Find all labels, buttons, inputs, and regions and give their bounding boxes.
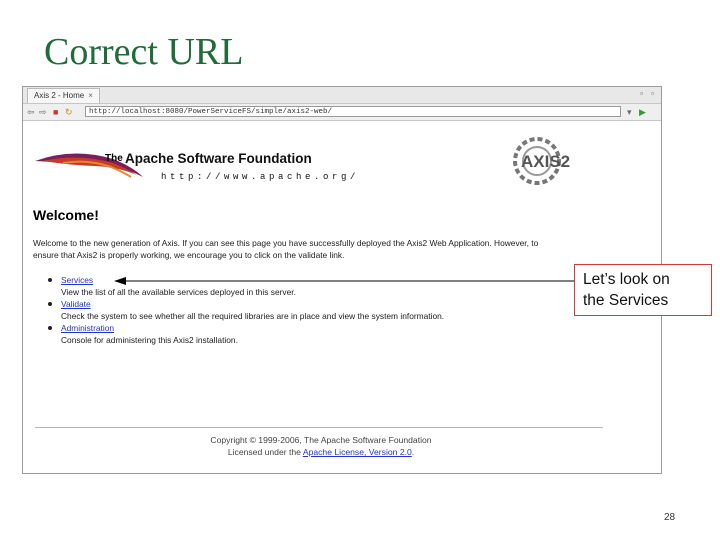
link-list: Services View the list of all the availa… bbox=[47, 274, 607, 346]
validate-link[interactable]: Validate bbox=[61, 298, 607, 310]
services-link[interactable]: Services bbox=[61, 274, 607, 286]
page-footer: Copyright © 1999-2006, The Apache Softwa… bbox=[23, 434, 619, 458]
apache-the: The bbox=[105, 153, 123, 164]
stop-icon[interactable]: ■ bbox=[53, 106, 58, 118]
go-icon[interactable]: ▾ bbox=[627, 106, 632, 118]
callout-line-1: Let’s look on bbox=[583, 271, 670, 288]
callout-box: Let’s look on the Services bbox=[574, 264, 712, 316]
refresh-icon[interactable]: ↻ bbox=[65, 106, 73, 118]
axis2-logo: AXIS2 bbox=[513, 137, 570, 185]
bullet bbox=[48, 326, 52, 330]
welcome-heading: Welcome! bbox=[33, 207, 99, 223]
footer-divider bbox=[35, 427, 603, 428]
license-suffix: . bbox=[411, 447, 415, 457]
window-controls[interactable]: ▫ ▫ bbox=[640, 89, 657, 98]
intro-line-1: Welcome to the new generation of Axis. I… bbox=[33, 238, 539, 248]
apache-logo: The Apache Software Foundation http://ww… bbox=[35, 151, 359, 182]
page-number: 28 bbox=[664, 512, 676, 523]
forward-icon[interactable]: ⇨ bbox=[39, 106, 47, 118]
slide-title: Correct URL bbox=[44, 31, 244, 73]
intro-line-2: ensure that Axis2 is properly working, w… bbox=[33, 250, 345, 260]
list-item-validate: Validate Check the system to see whether… bbox=[47, 298, 607, 322]
copyright-text: Copyright © 1999-2006, The Apache Softwa… bbox=[210, 435, 432, 445]
browser-tab-bar: Axis 2 - Home × ▫ ▫ bbox=[23, 87, 661, 104]
callout-line-2: the Services bbox=[583, 292, 669, 309]
apache-url: http://www.apache.org/ bbox=[161, 172, 359, 182]
tab-label: Axis 2 - Home bbox=[34, 91, 85, 100]
bullet bbox=[48, 278, 52, 282]
validate-description: Check the system to see whether all the … bbox=[61, 311, 445, 321]
intro-text: Welcome to the new generation of Axis. I… bbox=[33, 237, 637, 261]
back-icon[interactable]: ⇦ bbox=[27, 106, 35, 118]
license-line: Licensed under the Apache License, Versi… bbox=[23, 446, 619, 458]
page-content: The Apache Software Foundation http://ww… bbox=[23, 121, 661, 473]
license-prefix: Licensed under the bbox=[227, 447, 303, 457]
administration-description: Console for administering this Axis2 ins… bbox=[61, 335, 238, 345]
tab-close-icon[interactable]: × bbox=[88, 91, 93, 100]
browser-window: Axis 2 - Home × ▫ ▫ ⇦ ⇨ ■ ↻ http://localh… bbox=[22, 86, 662, 474]
bullet bbox=[48, 302, 52, 306]
browser-toolbar: ⇦ ⇨ ■ ↻ http://localhost:8080/PowerServi… bbox=[23, 104, 661, 121]
list-item-services: Services View the list of all the availa… bbox=[47, 274, 607, 298]
services-description: View the list of all the available servi… bbox=[61, 287, 296, 297]
axis2-logo-text: AXIS2 bbox=[521, 152, 570, 171]
administration-link[interactable]: Administration bbox=[61, 322, 607, 334]
apache-license-link[interactable]: Apache License, Version 2.0 bbox=[303, 447, 412, 457]
url-input[interactable]: http://localhost:8080/PowerServiceFS/sim… bbox=[85, 106, 621, 117]
browser-tab[interactable]: Axis 2 - Home × bbox=[27, 88, 100, 103]
go-arrow-icon[interactable]: ▶ bbox=[639, 106, 646, 118]
list-item-administration: Administration Console for administering… bbox=[47, 322, 607, 346]
apache-name: Apache Software Foundation bbox=[125, 151, 312, 166]
